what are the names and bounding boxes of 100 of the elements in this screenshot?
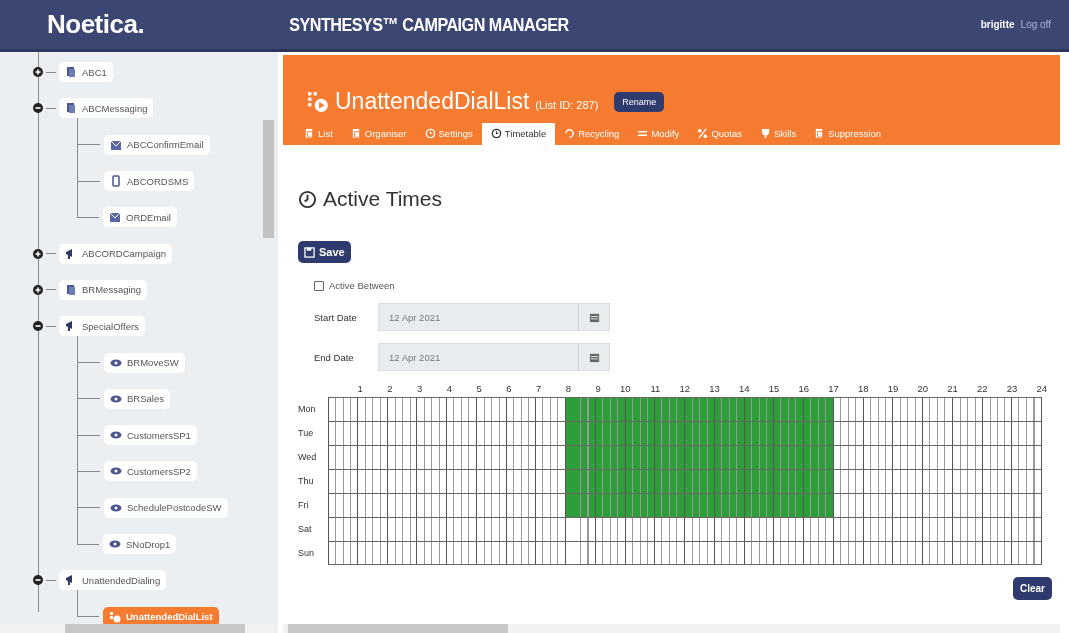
expand-icon[interactable]: [33, 284, 43, 295]
message-icon: [65, 283, 77, 296]
hour-label: 19: [886, 383, 899, 396]
lines-icon: [637, 128, 649, 139]
tree-item[interactable]: ORDEmail: [103, 207, 177, 228]
checkbox-label: Active Between: [329, 280, 395, 291]
tree-item[interactable]: ABCORDSMS: [104, 171, 195, 192]
collapse-icon[interactable]: [33, 575, 43, 586]
time-slot[interactable]: [328, 422, 358, 445]
clock-icon: [298, 189, 317, 209]
hour-label: 16: [797, 383, 809, 396]
hour-label: 21: [946, 383, 958, 396]
day-label: Sat: [298, 523, 313, 536]
time-slot[interactable]: [328, 494, 358, 517]
hour-label: 6: [505, 383, 512, 396]
save-button[interactable]: Save: [298, 241, 351, 263]
trophy-icon: [760, 128, 771, 139]
time-slot[interactable]: [328, 518, 358, 541]
expand-icon[interactable]: [33, 67, 43, 78]
hour-label: 8: [564, 383, 571, 396]
list-icon: [307, 90, 329, 113]
list-name: UnattendedDialList: [335, 88, 530, 115]
collapse-icon[interactable]: [33, 321, 43, 332]
hour-label: 24: [1035, 383, 1047, 396]
user-name: brigitte: [980, 19, 1015, 30]
hour-label: 12: [678, 383, 690, 396]
hour-label: 13: [708, 383, 720, 396]
day-label: Mon: [298, 403, 317, 416]
tree-item[interactable]: BRSales: [104, 388, 170, 409]
list-id: (List ID: 287): [535, 98, 599, 111]
hour-label: 5: [475, 383, 482, 396]
checkbox[interactable]: [314, 280, 324, 291]
list-icon: [109, 610, 121, 623]
hour-label: 20: [916, 383, 928, 396]
tree-item[interactable]: SNoDrop1: [103, 534, 177, 554]
hour-label: 3: [415, 383, 423, 396]
tree-item[interactable]: BRMoveSW: [104, 352, 185, 373]
date-field[interactable]: 12 Apr 2021: [378, 343, 610, 371]
message-icon: [65, 66, 77, 79]
hour-label: 1: [356, 383, 363, 396]
hour-label: 10: [618, 383, 631, 396]
clock-icon: [490, 128, 502, 139]
app-title: SYNTHESYS™ CAMPAIGN MANAGER: [288, 13, 570, 36]
logo: Noetica.: [46, 9, 146, 40]
hour-label: 4: [445, 383, 452, 396]
rename-button[interactable]: Rename: [614, 91, 665, 112]
tree-item[interactable]: SchedulePostcodeSW: [104, 497, 228, 518]
hour-label: 17: [827, 383, 839, 396]
section-title: Active Times: [323, 187, 443, 211]
phone-icon: [110, 175, 122, 188]
calendar-icon[interactable]: [588, 351, 600, 363]
day-label: Tue: [298, 427, 315, 440]
tree-item[interactable]: BRMessaging: [59, 279, 148, 300]
hour-label: 2: [386, 383, 393, 396]
tree-item[interactable]: CustomersSP2: [104, 461, 197, 482]
logoff-link[interactable]: Log off: [1020, 19, 1051, 30]
tree-item[interactable]: CustomersSP1: [104, 425, 197, 446]
tree-item[interactable]: ABC1: [59, 62, 113, 83]
hour-label: 9: [594, 383, 601, 396]
time-slot[interactable]: [328, 398, 358, 421]
document-icon: [350, 128, 362, 139]
document-icon: [304, 128, 315, 139]
hour-label: 11: [649, 383, 661, 396]
time-slot[interactable]: [328, 446, 358, 469]
day-label: Sun: [298, 547, 315, 560]
percent-icon: [697, 128, 709, 139]
settings-icon: [424, 128, 436, 139]
hour-label: 18: [856, 383, 869, 396]
field-label: Start Date: [314, 311, 358, 323]
scrollbar[interactable]: [0, 624, 278, 633]
hour-label: 22: [975, 383, 988, 396]
date-field[interactable]: 12 Apr 2021: [378, 303, 610, 331]
email-icon: [110, 138, 122, 151]
email-icon: [109, 211, 121, 224]
expand-icon[interactable]: [33, 248, 43, 259]
floppy-icon: [304, 246, 315, 258]
tree-item[interactable]: ABCConfirmEmail: [104, 134, 210, 155]
eye-icon: [109, 538, 121, 550]
collapse-icon[interactable]: [33, 103, 43, 114]
calendar-icon[interactable]: [588, 311, 600, 323]
document-icon: [814, 128, 826, 139]
tree-item[interactable]: ABCORDCampaign: [59, 243, 172, 264]
message-icon: [65, 102, 77, 115]
scrollbar[interactable]: [283, 624, 1060, 633]
hour-label: 7: [534, 383, 542, 396]
clear-button[interactable]: Clear: [1013, 577, 1052, 600]
day-label: Thu: [298, 475, 315, 488]
refresh-icon: [564, 128, 576, 139]
tree-item[interactable]: ABCMessaging: [59, 98, 154, 119]
time-slot[interactable]: [328, 542, 358, 564]
tree-item[interactable]: UnattendedDialing: [59, 570, 167, 591]
day-label: Fri: [298, 499, 310, 512]
tab[interactable]: Timetable: [481, 123, 556, 145]
time-slot[interactable]: [328, 470, 358, 493]
tree-item[interactable]: SpecialOffers: [59, 316, 145, 337]
field-label: End Date: [314, 351, 355, 363]
hour-label: 14: [737, 383, 750, 396]
hour-label: 15: [767, 383, 780, 396]
hour-label: 23: [1005, 383, 1018, 396]
day-label: Wed: [298, 451, 318, 464]
